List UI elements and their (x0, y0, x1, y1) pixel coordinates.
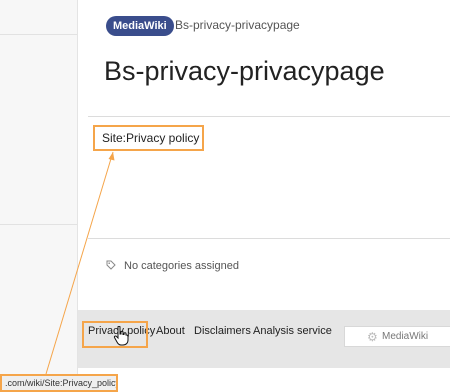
powered-by-mediawiki[interactable]: ⚙ MediaWiki (344, 326, 450, 347)
footer-link-analysis-service[interactable]: Analysis service (253, 325, 332, 337)
main-content: MediaWiki Bs-privacy-privacypage Bs-priv… (78, 0, 450, 310)
sidebar-divider (0, 34, 77, 35)
sidebar-divider (0, 224, 77, 225)
divider (88, 238, 450, 239)
breadcrumb[interactable]: Bs-privacy-privacypage (175, 18, 300, 32)
categories-row: No categories assigned (106, 260, 239, 272)
privacy-policy-content-link[interactable]: Site:Privacy policy (93, 125, 204, 151)
namespace-badge[interactable]: MediaWiki (106, 16, 174, 36)
tag-icon (106, 260, 116, 270)
hand-cursor-icon (113, 326, 129, 346)
page-title: Bs-privacy-privacypage (104, 56, 385, 86)
powered-by-label: MediaWiki (382, 331, 429, 342)
footer-link-disclaimers[interactable]: Disclaimers (194, 325, 251, 337)
divider (88, 116, 450, 117)
gear-icon: ⚙ (367, 330, 378, 344)
browser-status-bar: .com/wiki/Site:Privacy_policy (0, 374, 118, 392)
categories-label: No categories assigned (124, 260, 239, 272)
left-sidebar (0, 0, 78, 392)
footer-link-about[interactable]: About (156, 325, 185, 337)
